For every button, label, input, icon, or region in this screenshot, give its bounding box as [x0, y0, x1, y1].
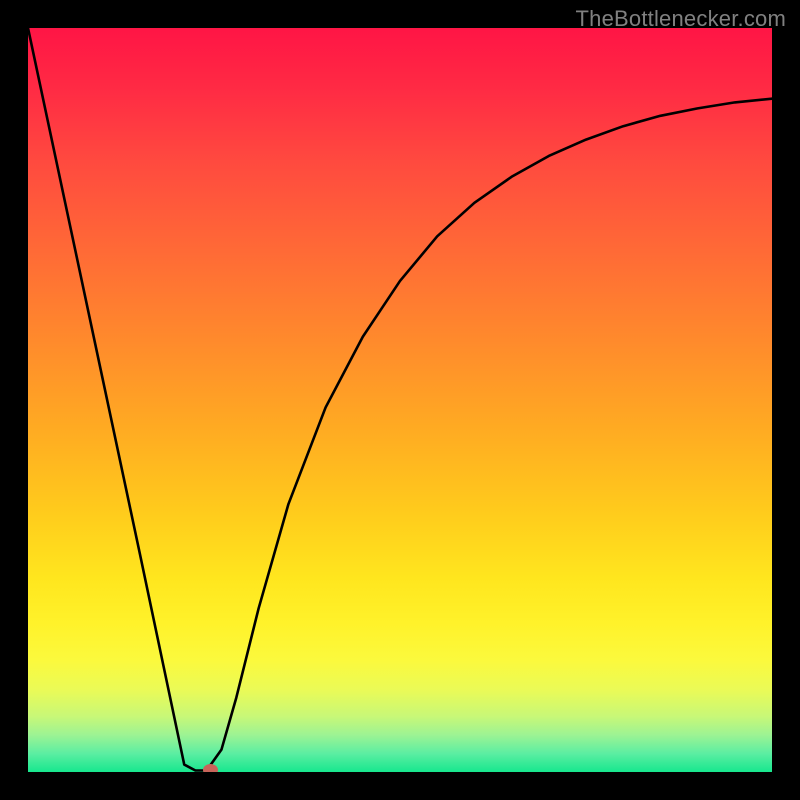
plot-area	[28, 28, 772, 772]
chart-frame: TheBottlenecker.com	[0, 0, 800, 800]
bottleneck-curve	[28, 28, 772, 772]
optimal-point-marker	[203, 764, 218, 772]
curve-path	[28, 28, 772, 771]
